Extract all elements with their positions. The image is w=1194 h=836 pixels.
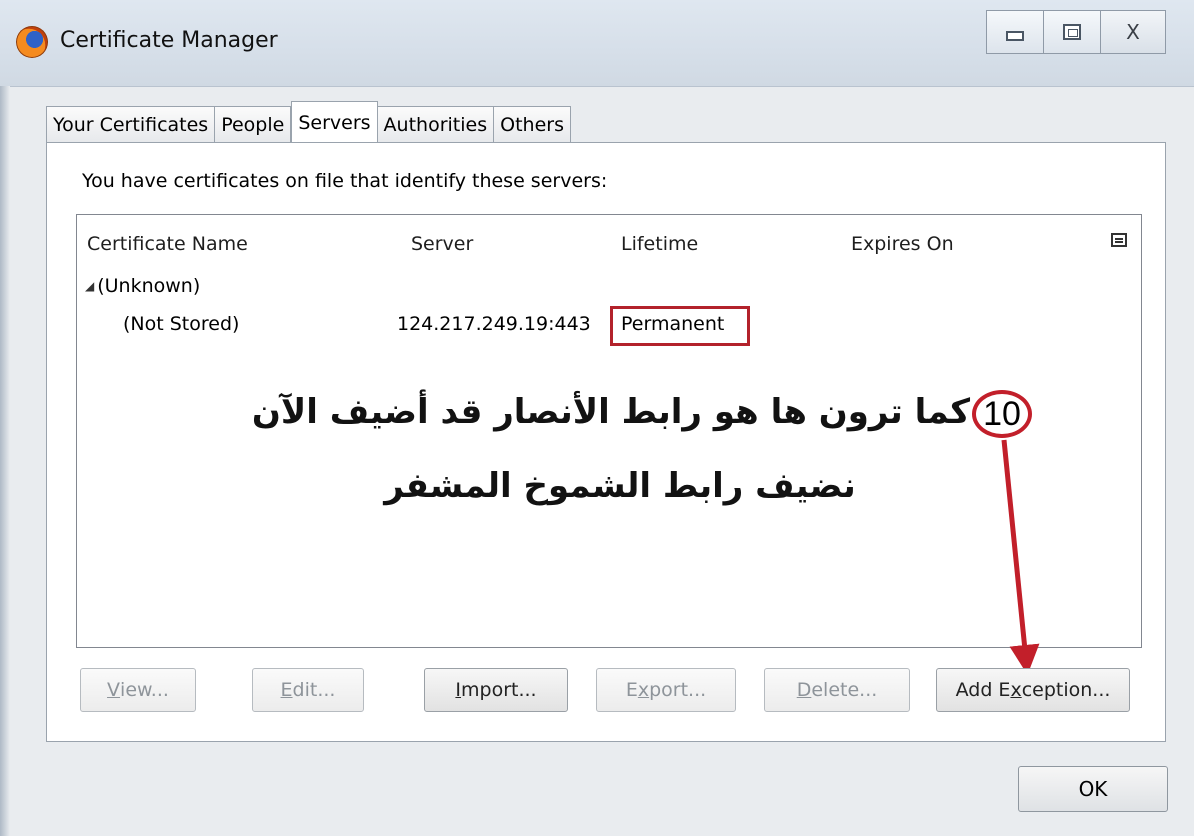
lifetime-highlight [610,306,750,346]
title-bar: Certificate Manager X [0,0,1194,87]
column-picker-icon[interactable] [1111,233,1127,247]
tab-authorities[interactable]: Authorities [377,106,495,142]
tab-servers[interactable]: Servers [291,101,378,143]
maximize-icon [1063,24,1081,40]
tab-your-certificates[interactable]: Your Certificates [46,106,216,142]
annotation-line-2: نضيف رابط الشموخ المشفر [384,466,856,506]
column-certificate-name[interactable]: Certificate Name [87,233,248,255]
tree-group-row[interactable]: ◢ (Unknown) [85,275,200,297]
tab-bar: Your Certificates People Servers Authori… [46,101,571,143]
annotation-line-1: كما ترون ها هو رابط الأنصار قد أضيف الآن [251,392,970,432]
column-expires-on[interactable]: Expires On [851,233,954,255]
tab-people[interactable]: People [215,106,292,142]
delete-button[interactable]: Delete... [764,668,910,712]
server-cell[interactable]: 124.217.249.19:443 [397,313,591,335]
close-button[interactable]: X [1101,10,1166,54]
tab-others[interactable]: Others [494,106,571,142]
close-icon: X [1126,20,1140,44]
panel-description: You have certificates on file that ident… [82,170,608,192]
maximize-button[interactable] [1044,10,1101,54]
ok-button[interactable]: OK [1018,766,1168,812]
view-button[interactable]: View... [80,668,196,712]
cert-name-cell[interactable]: (Not Stored) [123,313,239,335]
add-exception-button[interactable]: Add Ex ception... [936,668,1130,712]
minimize-icon [1006,31,1024,41]
window-left-edge [0,86,10,836]
column-lifetime[interactable]: Lifetime [621,233,698,255]
edit-button[interactable]: Edit... [252,668,364,712]
window-title: Certificate Manager [60,28,278,53]
firefox-icon [16,26,48,58]
tree-header: Certificate Name Server Lifetime Expires… [77,215,1141,273]
minimize-button[interactable] [986,10,1044,54]
window-controls: X [986,10,1166,54]
step-number-badge: 10 [972,390,1032,438]
export-button[interactable]: Ex port... [596,668,736,712]
column-server[interactable]: Server [411,233,473,255]
import-button[interactable]: Import... [424,668,568,712]
group-label: (Unknown) [97,275,201,297]
expand-triangle-icon[interactable]: ◢ [85,279,94,293]
